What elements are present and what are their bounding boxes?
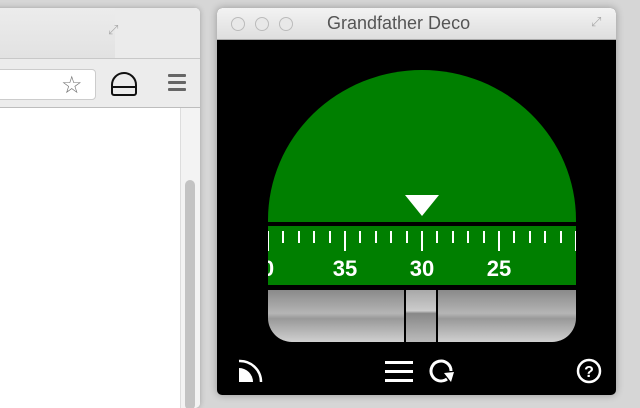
- ruler-tick: [359, 231, 362, 243]
- ruler-tick: [374, 231, 377, 243]
- pointer-triangle: [405, 195, 439, 216]
- fullscreen-icon[interactable]: ⤢: [108, 22, 118, 38]
- signal-icon[interactable]: [237, 358, 265, 384]
- ruler-tick: [498, 231, 500, 251]
- ruler-label: 25: [486, 256, 512, 281]
- ruler-tick: [313, 231, 316, 243]
- app-window: Grandfather Deco ⤢ 0 35 30 25 ?: [217, 8, 616, 395]
- close-button[interactable]: [231, 17, 245, 31]
- window-title: Grandfather Deco: [327, 13, 471, 33]
- ruler-tick: [544, 231, 547, 243]
- ruler-tick: [467, 231, 470, 243]
- browser-toolbar: ☆: [0, 58, 200, 108]
- ruler-tick: [405, 231, 408, 243]
- browser-titlebar: ⤢: [0, 8, 200, 58]
- browser-window: ⤢ ☆: [0, 8, 200, 408]
- ruler-tick: [559, 231, 562, 243]
- ruler-tick: [451, 231, 454, 243]
- app-titlebar: Grandfather Deco ⤢: [217, 8, 616, 40]
- ruler-tick: [528, 231, 531, 243]
- menu-icon[interactable]: [385, 359, 413, 383]
- address-bar[interactable]: ☆: [0, 69, 96, 100]
- ruler-tick: [421, 231, 423, 251]
- scrollbar-thumb[interactable]: [185, 180, 195, 408]
- menu-icon[interactable]: [168, 74, 186, 95]
- refresh-icon[interactable]: [429, 358, 457, 384]
- ruler-tick: [282, 231, 285, 243]
- dial-base: [268, 290, 576, 342]
- star-icon[interactable]: ☆: [61, 71, 83, 100]
- ruler-tick: [513, 231, 516, 243]
- ruler-tick: [297, 231, 300, 243]
- fullscreen-icon[interactable]: ⤢: [591, 14, 601, 30]
- ruler-tick: [575, 231, 576, 251]
- center-slot: [404, 290, 438, 342]
- dial-ruler: 0 35 30 25: [268, 226, 576, 285]
- minimize-button[interactable]: [255, 17, 269, 31]
- help-icon[interactable]: ?: [575, 358, 603, 384]
- ruler-tick: [390, 231, 393, 243]
- ruler-tick: [328, 231, 331, 243]
- svg-text:?: ?: [584, 364, 594, 381]
- zoom-button[interactable]: [279, 17, 293, 31]
- grandfather-deco-extension-icon[interactable]: [111, 72, 137, 96]
- ruler-label: 0: [268, 256, 274, 282]
- ruler-tick: [344, 231, 346, 251]
- scrollbar[interactable]: [180, 108, 200, 408]
- ruler-label: 35: [332, 256, 358, 281]
- ruler-tick: [482, 231, 485, 243]
- ruler-label: 30: [409, 256, 435, 281]
- ruler-tick: [436, 231, 439, 243]
- ruler-tick: [268, 231, 269, 251]
